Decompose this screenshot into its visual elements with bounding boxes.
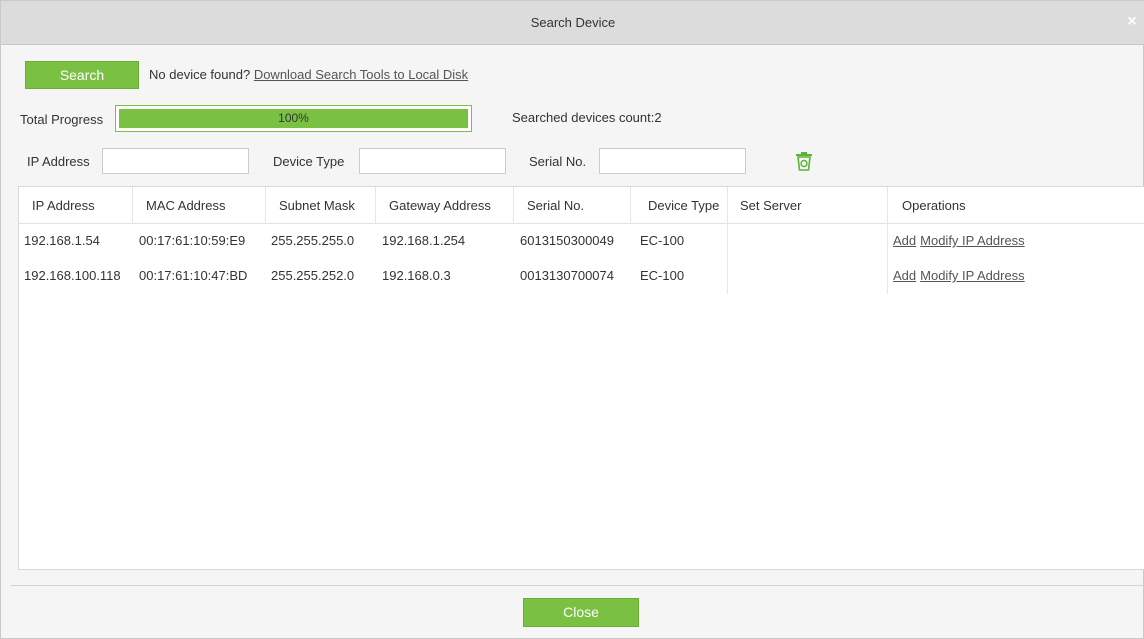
column-ip-address[interactable]: IP Address (19, 187, 133, 224)
dialog-title: Search Device (530, 15, 616, 30)
cell-device-type: EC-100 (640, 258, 728, 294)
progress-percent: 100% (278, 111, 309, 125)
column-gateway-address[interactable]: Gateway Address (376, 187, 514, 224)
progress-fill: 100% (119, 109, 468, 128)
ip-address-filter-label: IP Address (27, 154, 90, 169)
serial-no-filter-input[interactable] (599, 148, 746, 174)
close-icon[interactable]: × (1125, 13, 1139, 31)
trash-icon[interactable] (795, 151, 813, 171)
column-serial-no[interactable]: Serial No. (514, 187, 631, 224)
add-device-link[interactable]: Add (893, 268, 916, 283)
cell-serial-no: 6013150300049 (520, 233, 614, 248)
device-type-filter-label: Device Type (273, 154, 345, 169)
cell-set-server (728, 223, 888, 259)
hint-text: No device found? (149, 67, 251, 82)
column-set-server[interactable]: Set Server (728, 187, 888, 224)
table-row[interactable]: 192.168.100.118 00:17:61:10:47:BD 255.25… (19, 258, 1144, 294)
cell-set-server (728, 258, 888, 294)
cell-subnet-mask: 255.255.252.0 (271, 268, 355, 283)
no-device-hint: No device found? Download Search Tools t… (149, 67, 468, 82)
modify-ip-address-link[interactable]: Modify IP Address (920, 233, 1025, 248)
cell-mac-address: 00:17:61:10:59:E9 (139, 233, 246, 248)
cell-operations: Add Modify IP Address (893, 258, 1143, 294)
table-row[interactable]: 192.168.1.54 00:17:61:10:59:E9 255.255.2… (19, 223, 1144, 259)
search-button[interactable]: Search (25, 61, 139, 89)
serial-no-filter-label: Serial No. (529, 154, 587, 169)
dialog-titlebar: Search Device × (1, 1, 1144, 45)
total-progress-label: Total Progress (20, 112, 104, 127)
cell-ip-address: 192.168.1.54 (24, 233, 100, 248)
cell-operations: Add Modify IP Address (893, 223, 1143, 259)
ip-address-filter-input[interactable] (102, 148, 249, 174)
column-mac-address[interactable]: MAC Address (133, 187, 266, 224)
search-device-dialog: Search Device × Search No device found? … (0, 0, 1144, 639)
cell-subnet-mask: 255.255.255.0 (271, 233, 355, 248)
total-progress-bar: 100% (115, 105, 472, 132)
cell-device-type: EC-100 (640, 223, 728, 259)
cell-gateway-address: 192.168.1.254 (382, 233, 466, 248)
searched-devices-count: Searched devices count:2 (512, 110, 662, 125)
modify-ip-address-link[interactable]: Modify IP Address (920, 268, 1025, 283)
column-operations[interactable]: Operations (888, 187, 1144, 224)
close-button[interactable]: Close (523, 598, 639, 627)
footer-divider (11, 585, 1144, 586)
column-device-type[interactable]: Device Type (631, 187, 728, 224)
table-header: IP Address MAC Address Subnet Mask Gatew… (19, 187, 1144, 224)
column-subnet-mask[interactable]: Subnet Mask (266, 187, 376, 224)
download-search-tools-link[interactable]: Download Search Tools to Local Disk (254, 67, 468, 82)
cell-serial-no: 0013130700074 (520, 268, 614, 283)
add-device-link[interactable]: Add (893, 233, 916, 248)
device-type-filter-input[interactable] (359, 148, 506, 174)
cell-mac-address: 00:17:61:10:47:BD (139, 268, 248, 283)
cell-gateway-address: 192.168.0.3 (382, 268, 451, 283)
device-table: IP Address MAC Address Subnet Mask Gatew… (18, 186, 1144, 570)
cell-ip-address: 192.168.100.118 (24, 268, 121, 283)
